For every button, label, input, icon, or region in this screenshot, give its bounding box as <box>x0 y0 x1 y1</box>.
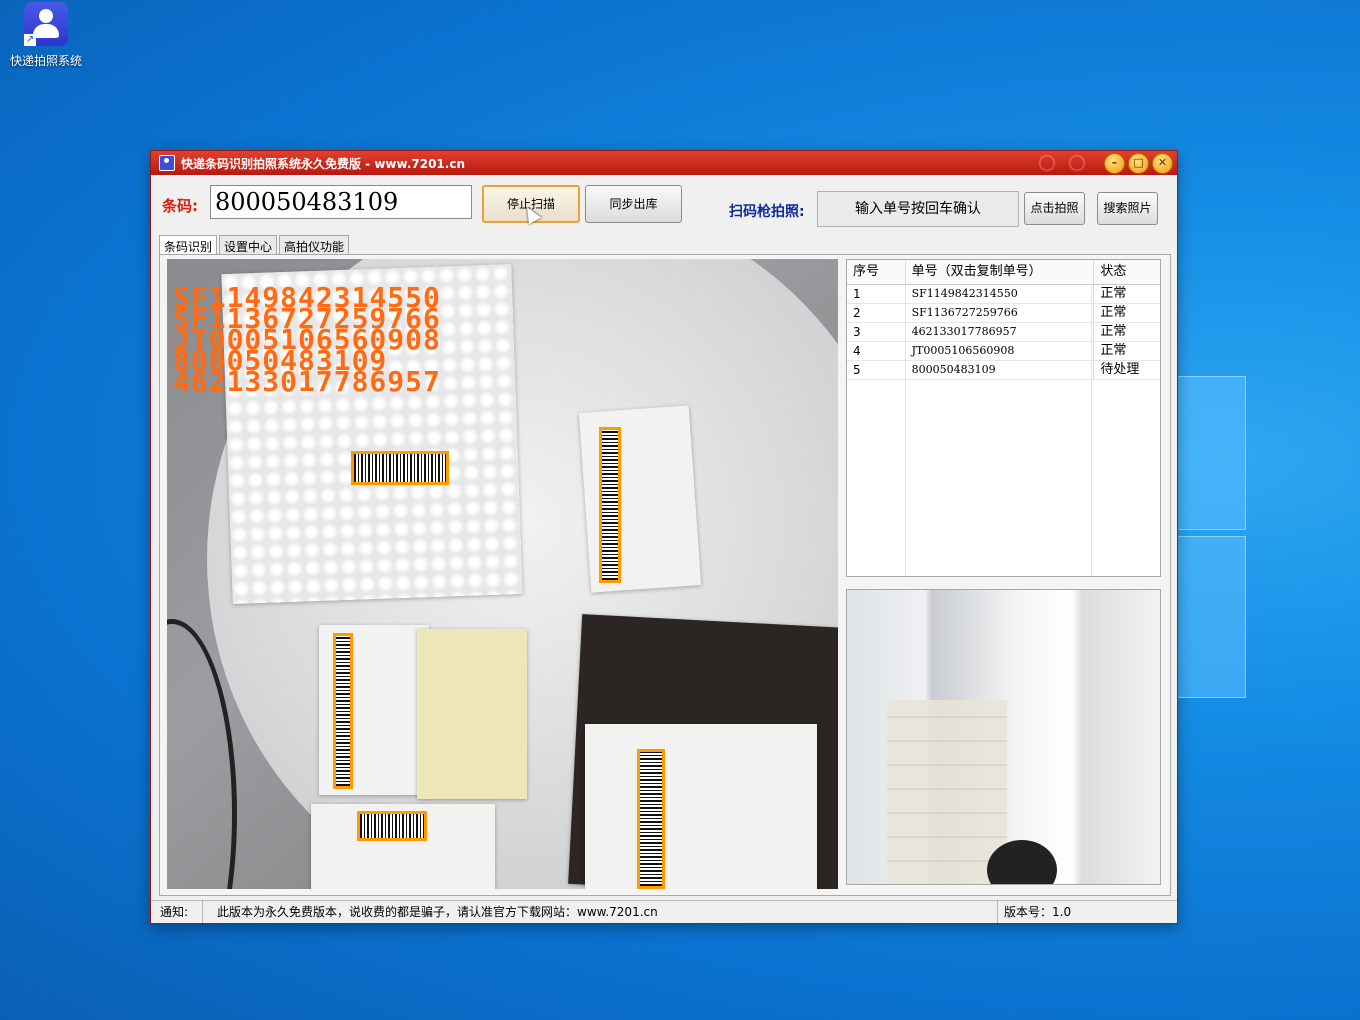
table-row[interactable]: 2 SF1136727259766 正常 <box>847 304 1160 323</box>
desktop-icon-label: 快递拍照系统 <box>9 54 82 68</box>
windows-logo <box>1176 376 1246 698</box>
notice-label: 通知: <box>151 901 203 923</box>
toolbar: 条码: 800050483109 停止扫描 同步出库 扫码枪拍照: 输入单号按回… <box>151 179 1177 227</box>
table-row[interactable]: 5 800050483109 待处理 <box>847 361 1160 380</box>
cell-status: 正常 <box>1100 305 1127 320</box>
maximize-button[interactable]: □ <box>1128 153 1149 174</box>
cell-no: 1 <box>847 285 906 303</box>
tab-document-camera[interactable]: 高拍仪功能 <box>279 235 350 256</box>
click-photo-button[interactable]: 点击拍照 <box>1024 192 1085 225</box>
detected-barcode <box>637 749 665 889</box>
package-2 <box>578 405 702 593</box>
cell-code[interactable]: JT0005106560908 <box>906 342 1095 360</box>
tab-strip: 条码识别 设置中心 高拍仪功能 <box>159 235 351 256</box>
table-header: 序号 单号（双击复制单号） 状态 <box>847 260 1160 285</box>
search-photo-button[interactable]: 搜索照片 <box>1097 192 1158 225</box>
cell-no: 2 <box>847 304 906 322</box>
detected-barcode <box>351 451 449 485</box>
app-icon <box>159 155 175 171</box>
cell-no: 3 <box>847 323 906 341</box>
table-row[interactable]: 3 462133017786957 正常 <box>847 323 1160 342</box>
app-window: 快递条码识别拍照系统永久免费版 - www.7201.cn – □ ✕ 条码: … <box>150 150 1178 924</box>
cell-status: 正常 <box>1100 286 1127 301</box>
desktop-icon-express-photo[interactable]: ↗ 快递拍照系统 <box>6 2 86 69</box>
cell-code[interactable]: 800050483109 <box>906 361 1095 379</box>
detected-barcode <box>599 427 621 583</box>
results-table[interactable]: 序号 单号（双击复制单号） 状态 1 SF1149842314550 正常 2 … <box>846 259 1161 577</box>
header-no[interactable]: 序号 <box>847 260 906 284</box>
window-title: 快递条码识别拍照系统永久免费版 - www.7201.cn <box>181 156 465 171</box>
cell-code[interactable]: SF1136727259766 <box>906 304 1095 322</box>
header-code[interactable]: 单号（双击复制单号） <box>906 260 1095 284</box>
scanner-input[interactable]: 输入单号按回车确认 <box>817 191 1019 227</box>
title-bar[interactable]: 快递条码识别拍照系统永久免费版 - www.7201.cn – □ ✕ <box>151 151 1177 175</box>
detected-barcode <box>357 811 427 841</box>
barcode-input[interactable]: 800050483109 <box>210 185 472 219</box>
barcode-label: 条码: <box>162 197 198 215</box>
table-row[interactable]: 1 SF1149842314550 正常 <box>847 285 1160 304</box>
package-4-label <box>585 724 817 889</box>
tab-panel: SF1149842314550 SF1136727259766 JT000510… <box>159 254 1171 896</box>
cell-code[interactable]: 462133017786957 <box>906 323 1095 341</box>
detected-barcode <box>333 633 353 789</box>
sync-out-button[interactable]: 同步出库 <box>585 185 682 223</box>
cell-no: 5 <box>847 361 906 379</box>
photo-preview <box>846 589 1161 885</box>
status-bar: 通知: 此版本为永久免费版本，说收费的都是骗子，请认准官方下载网站：www.72… <box>151 900 1177 923</box>
cell-no: 4 <box>847 342 906 360</box>
tab-settings[interactable]: 设置中心 <box>219 235 278 256</box>
cell-code[interactable]: SF1149842314550 <box>906 285 1095 303</box>
titlebar-decoration <box>1027 151 1107 175</box>
version-text: 版本号：1.0 <box>1004 905 1072 919</box>
close-button[interactable]: ✕ <box>1152 153 1173 174</box>
camera-view: SF1149842314550 SF1136727259766 JT000510… <box>167 259 838 889</box>
tab-barcode-recognition[interactable]: 条码识别 <box>159 235 218 256</box>
cell-status: 待处理 <box>1100 362 1140 377</box>
minimize-button[interactable]: – <box>1104 153 1125 174</box>
header-status[interactable]: 状态 <box>1094 260 1160 284</box>
table-row[interactable]: 4 JT0005106560908 正常 <box>847 342 1160 361</box>
cell-status: 正常 <box>1100 324 1127 339</box>
notice-text: 此版本为永久免费版本，说收费的都是骗子，请认准官方下载网站：www.7201.c… <box>203 901 998 923</box>
scanner-label: 扫码枪拍照: <box>729 204 805 220</box>
cell-status: 正常 <box>1100 343 1127 358</box>
sticky-note <box>417 629 527 799</box>
recognized-codes-overlay: SF1149842314550 SF1136727259766 JT000510… <box>173 284 441 398</box>
overlay-code: 462133017786957 <box>173 365 441 398</box>
app-shortcut-icon: ↗ <box>24 2 68 46</box>
